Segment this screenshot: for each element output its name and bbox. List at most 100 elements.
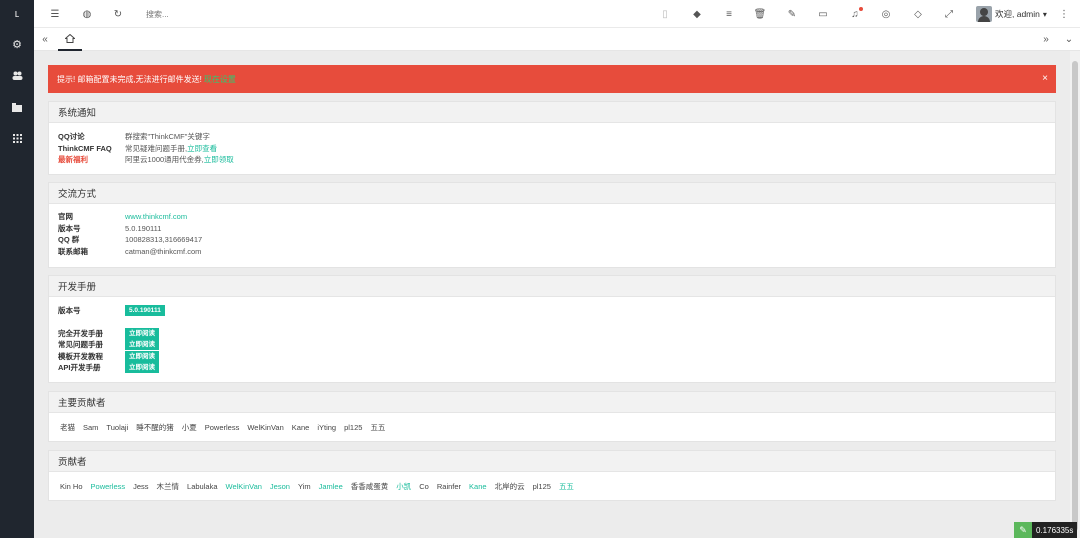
website-link[interactable]: www.thinkcmf.com (125, 212, 187, 221)
graduation-cap-icon[interactable]: ◆ (689, 6, 705, 22)
contributor-name: iYting (317, 422, 337, 432)
manual-row: 模板开发教程 立即阅读 (49, 350, 1055, 363)
users-icon[interactable] (0, 65, 34, 85)
coupon-link[interactable]: 立即领取 (204, 155, 234, 164)
read-now-button[interactable]: 立即阅读 (125, 350, 159, 362)
user-menu[interactable]: 欢迎, admin ▾ (976, 5, 1047, 23)
tabs-scroll-right-icon[interactable]: » (1039, 32, 1053, 46)
menu-toggle-icon[interactable]: ☰ (47, 6, 63, 22)
contributor-name[interactable]: Kane (469, 482, 487, 491)
row-value: 100828313,316669417 (125, 235, 203, 245)
contributor-name: 小夏 (181, 422, 197, 432)
trash-icon[interactable]: 🗑 (752, 6, 768, 22)
globe-icon[interactable]: ◍ (79, 6, 95, 22)
page-timer: ✎ 0.176335s (1014, 522, 1078, 538)
users-icon-svg (12, 71, 22, 80)
panel-title: 交流方式 (49, 183, 1055, 204)
scrollbar[interactable] (1070, 51, 1080, 538)
row-value: 阿里云1000通用代金券, (125, 155, 204, 165)
refresh-icon[interactable]: ↻ (110, 6, 126, 22)
search-input[interactable] (146, 7, 306, 21)
contact-row: 联系邮箱 catman@thinkcmf.com (49, 246, 1055, 258)
contributor-name: Jess (133, 481, 149, 491)
file-icon[interactable]: ▯ (657, 6, 673, 22)
close-icon[interactable]: × (1042, 73, 1048, 84)
contributor-name: Sam (83, 422, 99, 432)
contributor-name: 北岸的云 (494, 481, 525, 491)
mail-config-alert: 提示! 邮箱配置未完成,无法进行邮件发送! 现在设置 × (48, 65, 1056, 93)
panel-title: 贡献者 (49, 451, 1055, 472)
contributor-name: Yim (297, 481, 311, 491)
timer-value: 0.176335s (1036, 525, 1074, 535)
contributor-name[interactable]: 五五 (559, 481, 574, 492)
scrollbar-thumb[interactable] (1072, 61, 1078, 531)
row-key: 完全开发手册 (58, 328, 103, 338)
row-key: ThinkCMF FAQ (58, 143, 112, 153)
tabs-scroll-left-icon[interactable]: « (38, 32, 52, 46)
contributor-name: pl125 (532, 481, 551, 491)
more-vertical-icon[interactable]: ⋮ (1056, 6, 1072, 22)
tab-home[interactable] (58, 28, 82, 51)
version-row: 版本号 5.0.190111 (49, 305, 1055, 317)
manual-row: 完全开发手册 立即阅读 (49, 327, 1055, 340)
contributor-name: Tuolaji (106, 422, 129, 432)
row-key: 联系邮箱 (58, 246, 88, 256)
main-contributors-list: 老猫 Sam Tuolaji 睡不醒的猪 小夏 Powerless WelKinVan Kan… (49, 413, 1055, 441)
row-key: QQ 群 (58, 235, 80, 245)
manual-panel: 开发手册 版本号 5.0.190111 完全开发手册 立即阅读 常见问题手册 立… (48, 275, 1056, 383)
contributors-panel: 贡献者 Kin Ho Powerless Jess 木兰情 Labulaka WelKin… (48, 450, 1056, 501)
contributor-name[interactable]: Powerless (91, 482, 126, 491)
row-value: catman@thinkcmf.com (125, 246, 202, 256)
contributor-name[interactable]: Jamlee (319, 482, 343, 491)
alert-setup-link[interactable]: 现在设置 (204, 74, 236, 85)
bell-icon[interactable]: ♫ (847, 6, 863, 22)
contributor-name: WelKinVan (247, 422, 284, 432)
contributor-name[interactable]: Jeson (270, 482, 290, 491)
row-key: 常见问题手册 (58, 340, 103, 350)
read-now-button[interactable]: 立即阅读 (125, 339, 159, 351)
panel-title: 主要贡献者 (49, 392, 1055, 413)
folder-icon-svg (12, 102, 22, 112)
logo-icon[interactable]: ʟ (0, 4, 34, 24)
grid-icon-svg (12, 133, 22, 143)
comments-icon[interactable]: ◎ (878, 6, 894, 22)
list-icon[interactable]: ≡ (721, 6, 737, 22)
grid-icon[interactable] (0, 128, 34, 148)
caret-down-icon: ▾ (1042, 9, 1047, 19)
faq-link[interactable]: 立即查看 (187, 144, 217, 153)
contributor-name[interactable]: 小凯 (396, 481, 411, 492)
contributor-name[interactable]: WelKinVan (226, 482, 262, 491)
contributor-name: 睡不醒的猪 (136, 422, 174, 432)
row-key: 官网 (58, 212, 73, 222)
contributor-name: 香香咸蛋黄 (350, 481, 389, 491)
notice-row: 最新福利 阿里云1000通用代金券,立即领取 (49, 154, 1055, 166)
contributor-name: Powerless (204, 422, 240, 432)
folder-open-icon[interactable] (0, 97, 34, 117)
tabs-dropdown-icon[interactable]: ⌄ (1062, 32, 1076, 46)
row-key: API开发手册 (58, 363, 101, 373)
panel-title: 系统通知 (49, 102, 1055, 123)
row-key: 模板开发教程 (58, 351, 103, 361)
manual-row: API开发手册 立即阅读 (49, 362, 1055, 374)
timer-logo-icon: ✎ (1014, 522, 1032, 538)
contributor-name: pl125 (344, 422, 363, 432)
read-now-button[interactable]: 立即阅读 (125, 362, 159, 374)
pencil-icon[interactable]: ✎ (784, 6, 800, 22)
contact-row: 版本号 5.0.190111 (49, 223, 1055, 235)
notice-row: QQ讨论 群搜索"ThinkCMF"关键字 (49, 131, 1055, 143)
alert-text: 提示! 邮箱配置未完成,无法进行邮件发送! (57, 74, 202, 84)
contributor-name: Co (419, 481, 429, 491)
sidebar: ʟ ⚙ (0, 0, 34, 538)
contributor-name: Kane (291, 422, 310, 432)
cogs-icon[interactable]: ⚙ (0, 34, 34, 54)
contact-row: 官网 www.thinkcmf.com (49, 211, 1055, 223)
contact-panel: 交流方式 官网 www.thinkcmf.com 版本号 5.0.190111 … (48, 182, 1056, 268)
notification-dot (859, 7, 863, 11)
read-now-button[interactable]: 立即阅读 (125, 327, 159, 339)
avatar (976, 6, 992, 22)
document-icon[interactable]: ▭ (815, 6, 831, 22)
notice-panel: 系统通知 QQ讨论 群搜索"ThinkCMF"关键字 ThinkCMF FAQ … (48, 101, 1056, 175)
tags-icon[interactable]: ◇ (910, 6, 926, 22)
row-value: 群搜索"ThinkCMF"关键字 (125, 132, 210, 142)
fullscreen-icon[interactable]: ⤢ (941, 6, 957, 22)
